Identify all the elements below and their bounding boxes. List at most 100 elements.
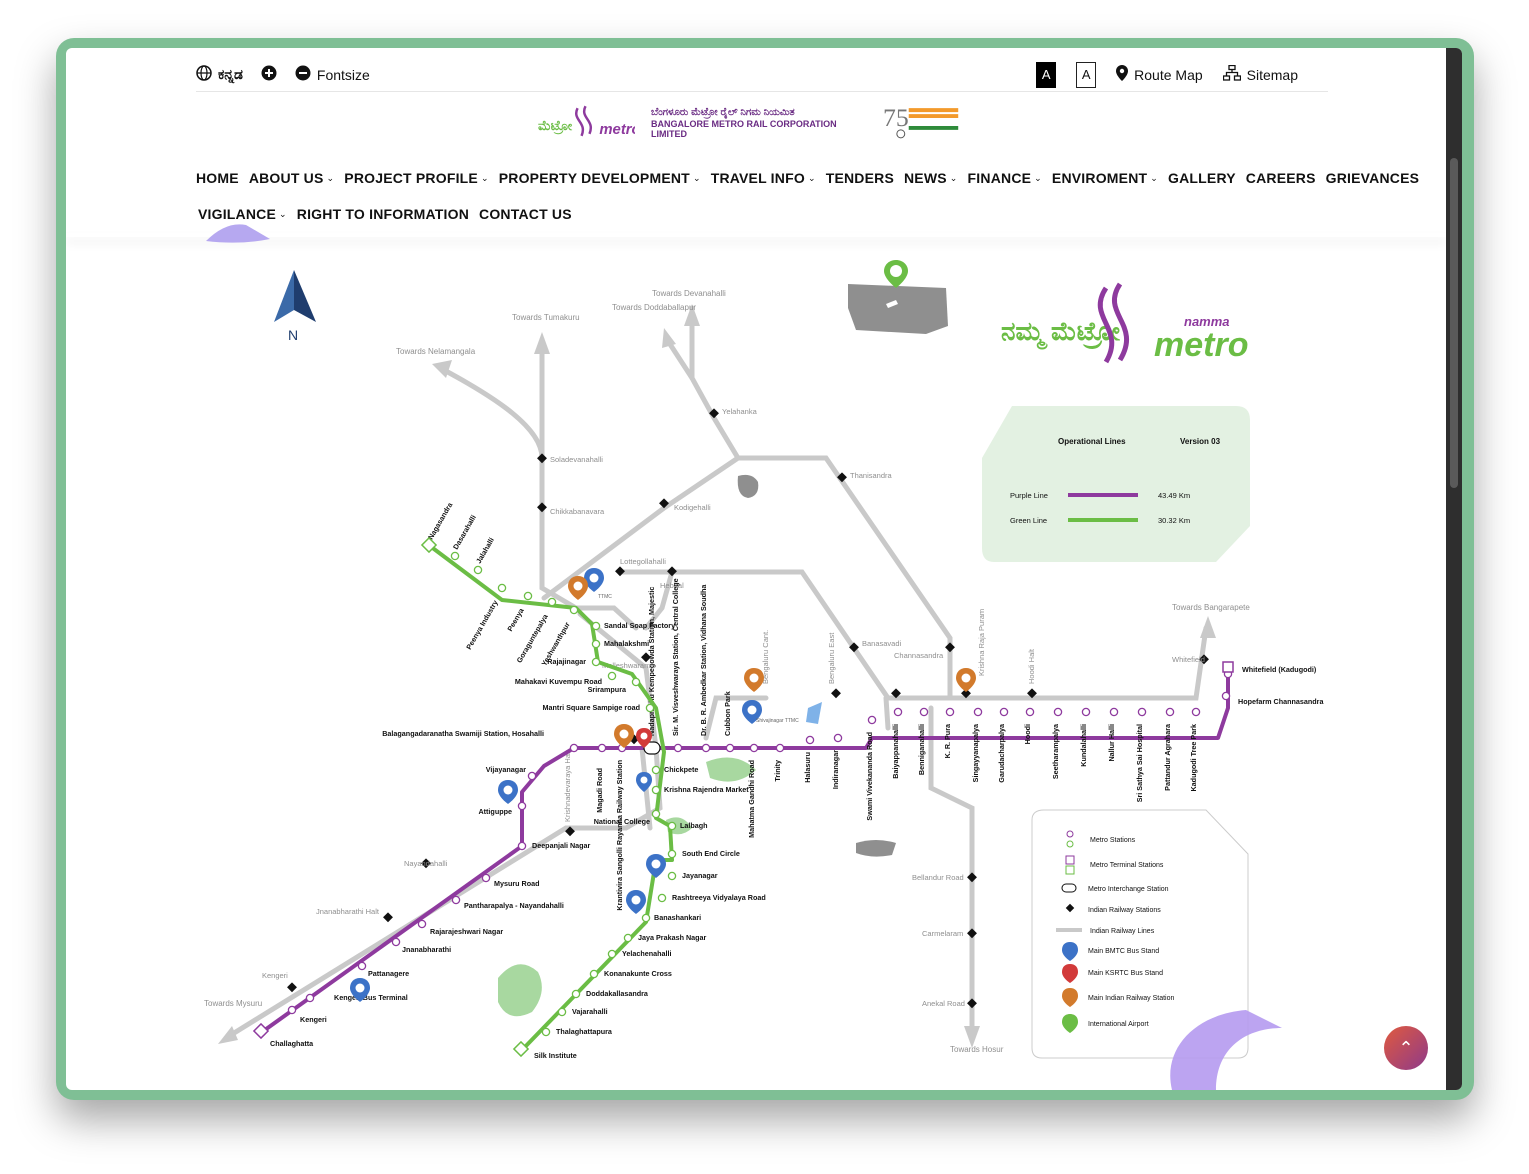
metro-station-marker [417, 919, 427, 929]
svg-text:Indian Railway Stations: Indian Railway Stations [1088, 907, 1161, 914]
scrollbar[interactable] [1446, 48, 1462, 1090]
svg-text:Channasandra: Channasandra [894, 651, 944, 660]
scroll-to-top-button[interactable]: ⌃ [1384, 1026, 1428, 1070]
svg-text:Green Line: Green Line [1010, 516, 1047, 525]
metro-station-label: Vijayanagar [486, 765, 526, 774]
metro-station-label: Trinity [773, 760, 782, 782]
metro-station-label: Deepanjali Nagar [532, 841, 591, 850]
svg-text:Thanisandra: Thanisandra [850, 471, 893, 480]
metro-station-marker [305, 993, 315, 1003]
metro-station-marker [667, 871, 677, 881]
metro-station-marker [497, 583, 507, 593]
metro-station-label: South End Circle [682, 849, 740, 858]
metro-station-label: Rajajinagar [547, 657, 586, 666]
north-label: N [288, 327, 298, 343]
svg-text:Operational Lines: Operational Lines [1058, 437, 1126, 446]
metro-station-marker [591, 657, 601, 667]
bmtc-bus-stand-pin-icon [626, 890, 646, 914]
svg-text:Main Indian Railway Station: Main Indian Railway Station [1088, 995, 1174, 1002]
scrollbar-thumb[interactable] [1450, 158, 1458, 488]
metro-station-label: Thalaghattapura [556, 1027, 613, 1036]
indian-railway-pin-icon [568, 576, 588, 600]
svg-text:43.49 Km: 43.49 Km [1158, 491, 1190, 500]
metro-station-marker [1109, 707, 1119, 717]
metro-station-marker [657, 893, 667, 903]
metro-station-marker [473, 565, 483, 575]
svg-text:International Airport: International Airport [1088, 1021, 1149, 1028]
metro-station-marker [651, 785, 661, 795]
metro-station-marker [517, 801, 527, 811]
metro-station-label: Pantharapalya - Nayandahalli [464, 901, 564, 910]
metro-station-label: Yelachenahalli [622, 949, 672, 958]
metro-station-label: Rajarajeshwari Nagar [430, 927, 503, 936]
svg-text:Whitefield: Whitefield [1172, 655, 1205, 664]
operational-lines-panel: Operational Lines Version 03 Purple Line… [982, 406, 1250, 562]
metro-station-marker [523, 591, 533, 601]
metro-station-marker [1221, 691, 1231, 701]
metro-station-marker [391, 937, 401, 947]
metro-station-label: Kengeri Bus Terminal [334, 993, 408, 1002]
metro-station-label: Jnanabharathi [402, 945, 451, 954]
svg-text:Indian Railway Lines: Indian Railway Lines [1090, 928, 1155, 935]
svg-text:Towards Mysuru: Towards Mysuru [204, 999, 262, 1008]
svg-text:Krishna Raja Puram: Krishna Raja Puram [977, 609, 986, 676]
svg-text:Metro Stations: Metro Stations [1090, 837, 1136, 844]
svg-text:Shivajinagar TTMC: Shivajinagar TTMC [756, 718, 799, 724]
metro-station-label: Challaghatta [270, 1039, 314, 1048]
svg-text:Yelahanka: Yelahanka [722, 407, 758, 416]
metro-station-label: Hopefarm Channasandra [1238, 697, 1324, 706]
metro-station-label: Sir. M. Visveshwaraya Station, Central C… [671, 578, 680, 736]
svg-text:Carmelaram: Carmelaram [922, 929, 963, 938]
bmtc-bus-stand-pin-icon [498, 780, 518, 804]
metro-station-marker [673, 743, 683, 753]
svg-text:Bengaluru East: Bengaluru East [827, 632, 836, 684]
metro-station-marker [631, 677, 641, 687]
metro-station-marker [645, 703, 655, 713]
metro-station-marker [651, 809, 661, 819]
metro-station-label: Indiranagar [831, 750, 840, 789]
svg-text:30.32 Km: 30.32 Km [1158, 516, 1190, 525]
metro-station-label: Kundalahalli [1079, 724, 1088, 767]
svg-text:Towards Nelamangala: Towards Nelamangala [396, 347, 476, 356]
metro-station-label: Chickpete [664, 765, 698, 774]
metro-station-marker [357, 961, 367, 971]
metro-station-label: Vajarahalli [572, 1007, 608, 1016]
metro-station-label: Sandal Soap Factory [604, 621, 675, 630]
metro-station-marker [287, 1005, 297, 1015]
lake-shape [806, 702, 822, 724]
north-arrow-icon: N [274, 270, 316, 343]
metro-station-label: Cubbon Park [723, 691, 732, 736]
metro-station-label: Silk Institute [534, 1051, 577, 1060]
indian-railway-pin-icon [956, 668, 976, 692]
map-brand-logo: ನಮ್ಮ ಮೆಟ್ರೋ namma metro [1001, 282, 1248, 364]
park-shape [498, 964, 542, 1017]
svg-text:Jnanabharathi Halt: Jnanabharathi Halt [316, 907, 380, 916]
svg-text:Main BMTC Bus Stand: Main BMTC Bus Stand [1088, 948, 1159, 955]
metro-station-label: Swami Vivekananda Road [865, 732, 874, 821]
metro-station-label: Baiyappanahalli [891, 724, 900, 779]
metro-station-label: Mantri Square Sampige road [543, 703, 640, 712]
metro-station-marker [623, 933, 633, 943]
metro-station-label: Jayanagar [682, 871, 718, 880]
metro-station-marker [1137, 707, 1147, 717]
metro-station-label: Jalahalli [474, 536, 496, 565]
svg-text:Towards Hosur: Towards Hosur [950, 1045, 1004, 1054]
metro-station-label: Rashtreeya Vidyalaya Road [672, 893, 766, 902]
metro-station-label: Dr. B. R. Ambedkar Station, Vidhana Soud… [699, 584, 708, 736]
metro-station-label: Pattandur Agrahara [1163, 723, 1172, 791]
metro-station-marker [893, 707, 903, 717]
metro-station-marker [589, 969, 599, 979]
airport-pin-icon [884, 260, 908, 288]
browser-frame: ಕನ್ನಡ Fontsize A A Route Map Sitemap ಮೆಟ… [56, 38, 1474, 1100]
metro-station-label: Hoodi [1023, 724, 1032, 744]
metro-station-marker [1165, 707, 1175, 717]
svg-text:Towards Bangarapete: Towards Bangarapete [1172, 603, 1250, 612]
airport-area [848, 284, 948, 334]
metro-station-label: Peenya [505, 606, 526, 633]
metro-station-label: Konanakunte Cross [604, 969, 672, 978]
metro-station-marker [919, 707, 929, 717]
metro-station-label: Nagasandra [426, 500, 455, 541]
svg-text:Metro Interchange Station: Metro Interchange Station [1088, 886, 1169, 893]
decorative-shape [206, 224, 270, 243]
metro-station-marker [701, 743, 711, 753]
